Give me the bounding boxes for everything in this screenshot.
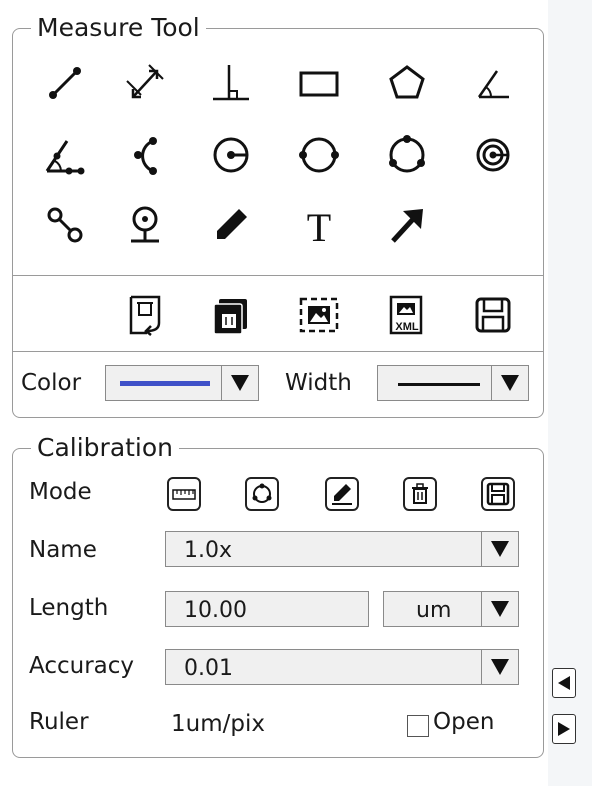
edit-calibration-button[interactable] (325, 477, 359, 511)
tool-separator (13, 275, 543, 276)
width-select[interactable] (377, 365, 529, 401)
svg-text:T: T (307, 205, 331, 247)
color-select[interactable] (105, 365, 259, 401)
accuracy-value: 0.01 (184, 656, 233, 681)
ruler-label: Ruler (29, 709, 89, 735)
name-label: Name (29, 537, 97, 563)
calibration-group: Calibration Mode Name 1.0x Length 10.00 … (12, 432, 544, 758)
chevron-down-icon (501, 375, 519, 391)
accuracy-dropdown-button[interactable] (481, 650, 518, 684)
width-label: Width (285, 370, 352, 396)
save-measurements-icon[interactable] (463, 287, 523, 343)
open-label: Open (433, 709, 495, 735)
delete-all-icon[interactable] (201, 287, 261, 343)
angle-three-point-tool-icon[interactable] (35, 127, 95, 183)
mode-label: Mode (29, 479, 92, 505)
measure-tool-group: Measure Tool T XML Color Width (12, 12, 544, 418)
point-to-point-tool-icon[interactable] (35, 197, 95, 253)
undo-clear-icon[interactable] (115, 287, 175, 343)
chevron-right-icon (558, 722, 570, 736)
pencil-icon (332, 484, 352, 505)
point-marker-tool-icon[interactable] (115, 197, 175, 253)
trash-icon (412, 483, 428, 504)
text-tool-icon[interactable]: T (289, 197, 349, 253)
ruler-value: 1um/pix (171, 711, 265, 737)
save-icon (486, 482, 510, 506)
length-input[interactable]: 10.00 (165, 591, 369, 627)
chevron-down-icon (491, 659, 509, 675)
chevron-down-icon (231, 375, 249, 391)
name-dropdown-button[interactable] (481, 532, 518, 566)
color-dropdown-button[interactable] (221, 366, 258, 400)
name-select[interactable]: 1.0x (165, 531, 519, 567)
ruler-mode-button[interactable] (167, 477, 201, 511)
open-checkbox[interactable] (407, 715, 429, 737)
width-swatch (398, 383, 480, 386)
circle-three-point-tool-icon[interactable] (377, 127, 437, 183)
chevron-left-icon (558, 676, 570, 690)
export-image-icon[interactable] (289, 287, 349, 343)
length-value: 10.00 (184, 598, 247, 623)
polygon-tool-icon[interactable] (377, 55, 437, 111)
width-dropdown-button[interactable] (491, 366, 528, 400)
circle-mode-button[interactable] (245, 477, 279, 511)
ruler-icon (172, 489, 196, 500)
line-tool-icon[interactable] (35, 55, 95, 111)
color-row-separator (13, 351, 543, 352)
angle-tool-icon[interactable] (463, 55, 523, 111)
accuracy-label: Accuracy (29, 653, 135, 679)
accuracy-select[interactable]: 0.01 (165, 649, 519, 685)
calibration-title: Calibration (31, 432, 180, 464)
color-label: Color (21, 370, 82, 396)
concentric-circles-tool-icon[interactable] (463, 127, 523, 183)
perpendicular-tool-icon[interactable] (201, 55, 261, 111)
unit-dropdown-button[interactable] (481, 592, 518, 626)
save-calibration-button[interactable] (481, 477, 515, 511)
measure-tool-title: Measure Tool (31, 12, 206, 44)
chevron-down-icon (491, 541, 509, 557)
arc-tool-icon[interactable] (115, 127, 175, 183)
chevron-down-icon (491, 601, 509, 617)
circle-center-radius-tool-icon[interactable] (201, 127, 261, 183)
unit-select[interactable]: um (383, 591, 519, 627)
unit-value: um (416, 598, 452, 623)
arrow-tool-icon[interactable] (377, 197, 437, 253)
collapse-left-button[interactable] (552, 668, 576, 698)
name-value: 1.0x (184, 538, 233, 563)
circle-three-point-icon (252, 483, 272, 503)
pencil-tool-icon[interactable] (201, 197, 261, 253)
rectangle-tool-icon[interactable] (289, 55, 349, 111)
arrow-dimension-tool-icon[interactable] (115, 55, 175, 111)
svg-text:XML: XML (395, 321, 419, 333)
circle-two-point-tool-icon[interactable] (289, 127, 349, 183)
color-swatch (120, 381, 210, 386)
expand-right-button[interactable] (552, 714, 576, 744)
export-xml-icon[interactable]: XML (377, 287, 437, 343)
delete-calibration-button[interactable] (403, 477, 437, 511)
length-label: Length (29, 595, 109, 621)
